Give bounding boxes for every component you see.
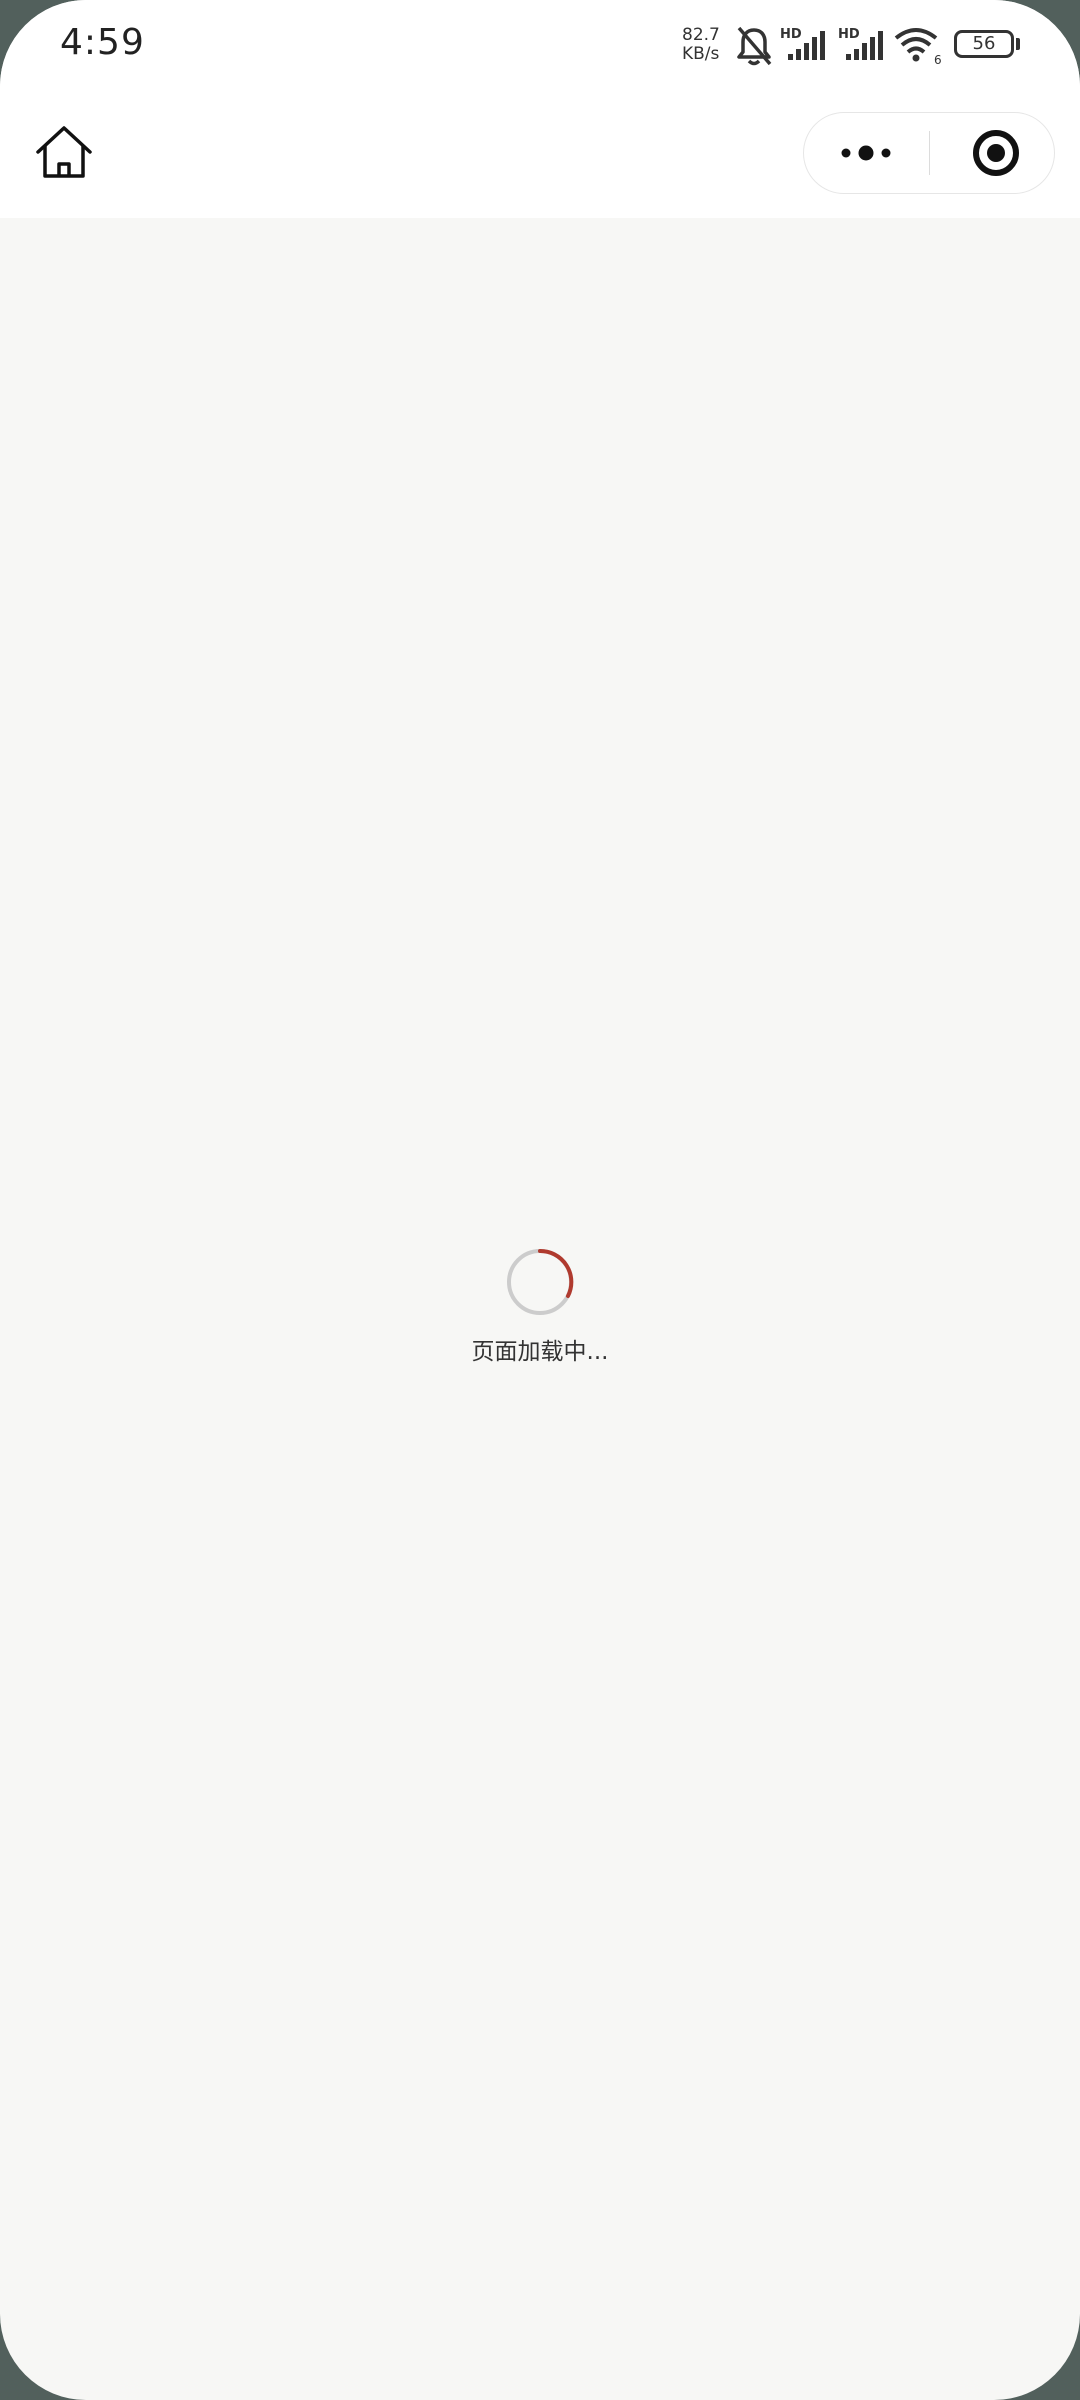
wifi-label: 6 bbox=[934, 53, 942, 66]
network-speed-value: 82.7 bbox=[682, 25, 720, 45]
loading-text: 页面加载中... bbox=[471, 1339, 609, 1365]
more-dots-icon[interactable] bbox=[804, 113, 928, 193]
mute-bell-icon bbox=[737, 26, 772, 66]
wifi-icon: 6 bbox=[894, 28, 942, 66]
network-speed-unit: KB/s bbox=[682, 44, 720, 64]
signal1-label: HD bbox=[780, 27, 802, 42]
cellular-signal-1-icon: HD bbox=[780, 27, 825, 60]
target-close-icon[interactable] bbox=[930, 113, 1054, 193]
battery-nub bbox=[1016, 38, 1020, 50]
loading-spinner-icon bbox=[507, 1248, 574, 1315]
network-speed: 82.7 KB/s bbox=[682, 26, 730, 64]
mini-program-nav-bar bbox=[0, 96, 1080, 218]
home-icon[interactable] bbox=[30, 118, 98, 186]
menu-capsule bbox=[803, 112, 1055, 194]
cellular-signal-2-icon: HD bbox=[838, 27, 883, 60]
signal2-label: HD bbox=[838, 27, 860, 42]
status-bar: 4:59 82.7 KB/s HD HD 6 56 bbox=[0, 0, 1080, 96]
app-screen: 4:59 82.7 KB/s HD HD 6 56 页面加载中... bbox=[0, 0, 1080, 2400]
status-time: 4:59 bbox=[60, 22, 145, 63]
battery-indicator: 56 bbox=[954, 30, 1014, 58]
